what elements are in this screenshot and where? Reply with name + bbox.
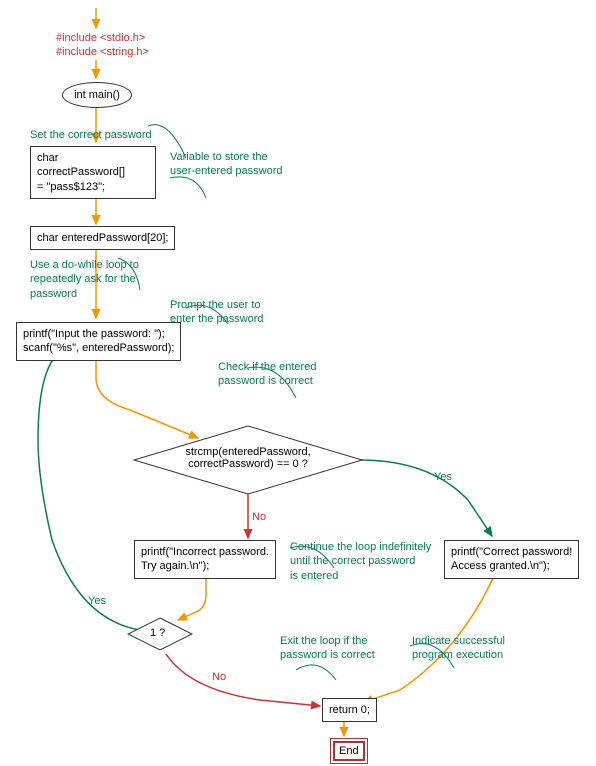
- node-incorrect: printf("Incorrect password. Try again.\n…: [134, 540, 276, 579]
- annotation-loop: Use a do-while loop to repeatedly ask fo…: [30, 258, 139, 301]
- edge-label-no-1: No: [252, 510, 266, 524]
- node-return: return 0;: [322, 698, 377, 722]
- include-stdio: #include <stdio.h>: [56, 32, 145, 44]
- edge-label-yes-2: Yes: [88, 594, 106, 608]
- decision-loop-cond: 1 ?: [150, 627, 165, 639]
- annotation-variable: Variable to store the user-entered passw…: [170, 150, 283, 179]
- annotation-success: Indicate successful program execution: [412, 634, 505, 663]
- end-terminal: End: [330, 738, 368, 764]
- decision-strcmp: strcmp(enteredPassword, correctPassword)…: [176, 446, 320, 470]
- node-correct-msg: printf("Correct password! Access granted…: [444, 540, 579, 579]
- main-terminal: int main(): [62, 82, 132, 108]
- annotation-prompt: Prompt the user to enter the password: [170, 298, 264, 327]
- node-entered-password: char enteredPassword[20];: [30, 226, 175, 250]
- main-label: int main(): [74, 89, 120, 101]
- end-label: End: [339, 745, 359, 757]
- node-input: printf("Input the password: "); scanf("%…: [16, 322, 181, 361]
- annotation-set-password: Set the correct password: [30, 128, 152, 142]
- annotation-continue: Continue the loop indefinitely until the…: [290, 540, 431, 583]
- edge-label-yes-1: Yes: [434, 470, 452, 484]
- edge-label-no-2: No: [212, 670, 226, 684]
- annotation-check: Check if the entered password is correct: [218, 360, 316, 389]
- annotation-exit: Exit the loop if the password is correct: [280, 634, 375, 663]
- include-string: #include <string.h>: [56, 46, 149, 58]
- node-correct-password: char correctPassword[] = "pass$123";: [30, 146, 156, 199]
